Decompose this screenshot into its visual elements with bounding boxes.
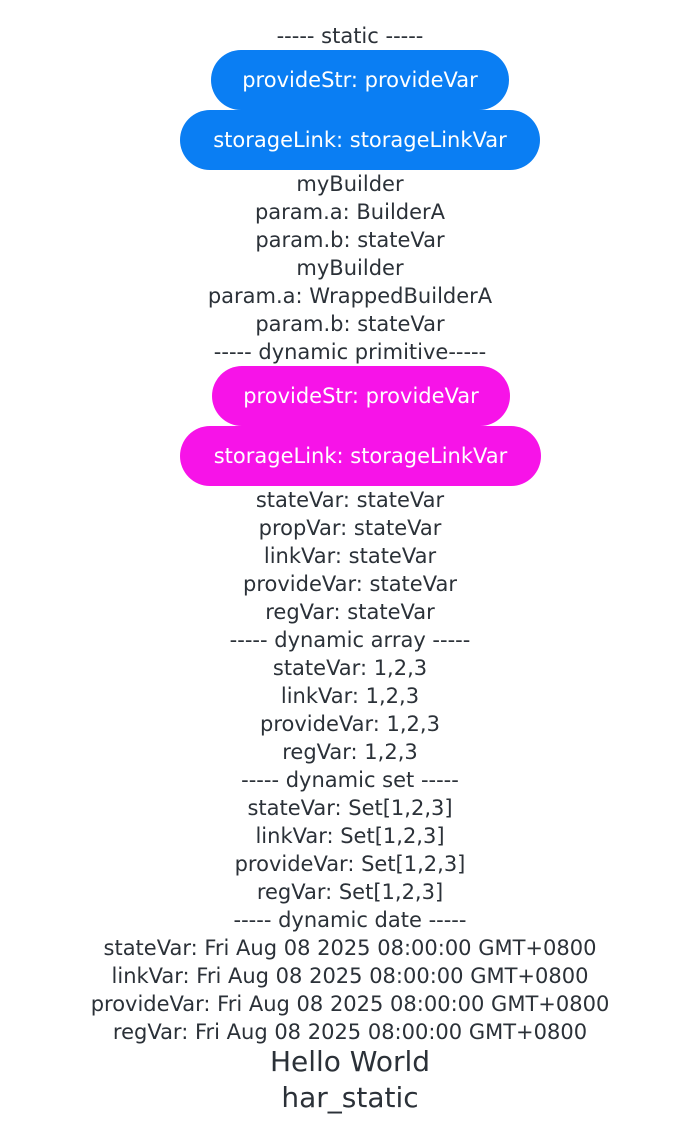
builder-1-param-b: param.b: stateVar	[255, 228, 445, 252]
builder-1-param-a: param.a: BuilderA	[254, 200, 446, 224]
primitive-state-var: stateVar: stateVar	[255, 488, 445, 512]
array-provide-var: provideVar: 1,2,3	[260, 712, 440, 736]
set-reg-var: regVar: Set[1,2,3]	[256, 880, 444, 904]
date-provide-var: provideVar: Fri Aug 08 2025 08:00:00 GMT…	[90, 992, 610, 1016]
app-screen: ----- static ----- provideStr: provideVa…	[0, 0, 700, 1140]
static-section-header: ----- static -----	[276, 24, 424, 48]
static-provide-button[interactable]: provideStr: provideVar	[211, 50, 509, 110]
dynamic-set-header: ----- dynamic set -----	[241, 768, 459, 792]
set-link-var: linkVar: Set[1,2,3]	[255, 824, 445, 848]
primitive-link-var: linkVar: stateVar	[263, 544, 437, 568]
set-provide-var: provideVar: Set[1,2,3]	[234, 852, 466, 876]
static-storage-link-button[interactable]: storageLink: storageLinkVar	[180, 110, 540, 170]
date-state-var: stateVar: Fri Aug 08 2025 08:00:00 GMT+0…	[103, 936, 597, 960]
array-link-var: linkVar: 1,2,3	[280, 684, 420, 708]
dynamic-provide-button[interactable]: provideStr: provideVar	[212, 366, 510, 426]
builder-2-param-b: param.b: stateVar	[255, 312, 445, 336]
date-link-var: linkVar: Fri Aug 08 2025 08:00:00 GMT+08…	[111, 964, 589, 988]
har-static-text: har_static	[281, 1081, 419, 1114]
date-reg-var: regVar: Fri Aug 08 2025 08:00:00 GMT+080…	[112, 1020, 588, 1044]
hello-world-text: Hello World	[269, 1045, 431, 1078]
builder-2-param-a: param.a: WrappedBuilderA	[207, 284, 493, 308]
array-reg-var: regVar: 1,2,3	[282, 740, 418, 764]
array-state-var: stateVar: 1,2,3	[272, 656, 428, 680]
primitive-reg-var: regVar: stateVar	[265, 600, 435, 624]
dynamic-storage-link-button[interactable]: storageLink: storageLinkVar	[180, 426, 541, 486]
primitive-prop-var: propVar: stateVar	[258, 516, 442, 540]
builder-1-title: myBuilder	[296, 172, 404, 196]
set-state-var: stateVar: Set[1,2,3]	[247, 796, 453, 820]
primitive-provide-var: provideVar: stateVar	[243, 572, 457, 596]
dynamic-date-header: ----- dynamic date -----	[233, 908, 467, 932]
dynamic-array-header: ----- dynamic array -----	[229, 628, 471, 652]
builder-2-title: myBuilder	[296, 256, 404, 280]
dynamic-primitive-header: ----- dynamic primitive-----	[213, 340, 487, 364]
